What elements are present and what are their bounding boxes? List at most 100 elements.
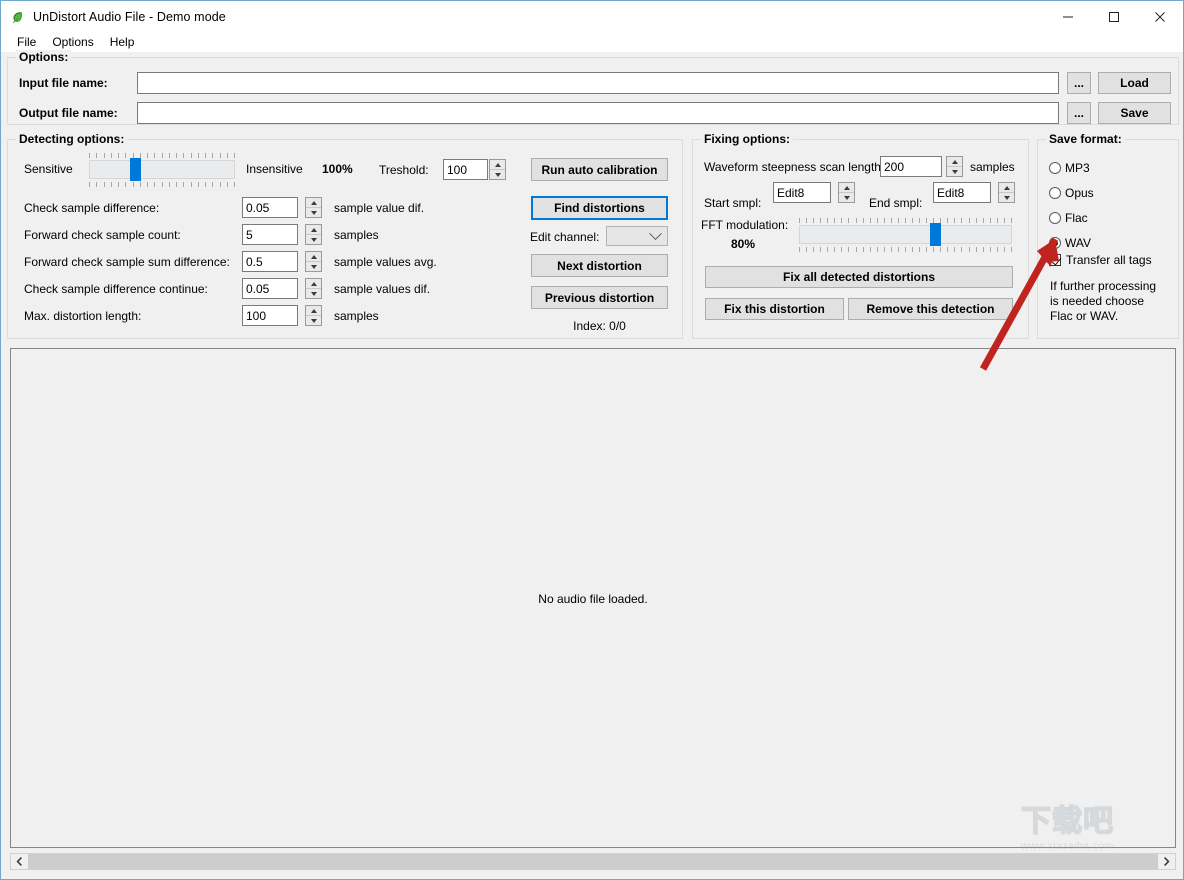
fft-slider-ticks-bottom bbox=[799, 247, 1012, 252]
chevron-down-icon bbox=[310, 291, 317, 296]
run-auto-calibration-button[interactable]: Run auto calibration bbox=[531, 158, 668, 181]
detecting-field-input[interactable] bbox=[242, 197, 298, 218]
chevron-right-icon bbox=[1164, 857, 1170, 866]
detecting-field-label: Check sample difference continue: bbox=[24, 282, 208, 296]
menu-help[interactable]: Help bbox=[102, 34, 143, 50]
detecting-field-spinner-down[interactable] bbox=[306, 262, 321, 271]
fft-slider-thumb[interactable] bbox=[930, 223, 941, 246]
chevron-down-icon bbox=[310, 264, 317, 269]
radio-icon bbox=[1049, 237, 1061, 249]
detecting-field-spinner[interactable] bbox=[305, 305, 322, 326]
scroll-left-button[interactable] bbox=[11, 854, 28, 869]
scrollbar-track[interactable] bbox=[28, 854, 1158, 869]
sensitivity-slider-thumb[interactable] bbox=[130, 158, 141, 181]
detecting-field-input[interactable] bbox=[242, 278, 298, 299]
transfer-all-tags-checkbox[interactable]: Transfer all tags bbox=[1049, 253, 1152, 267]
save-format-option-flac[interactable]: Flac bbox=[1049, 211, 1169, 225]
start-sample-spinner-down[interactable] bbox=[839, 193, 854, 202]
detecting-field-spinner[interactable] bbox=[305, 197, 322, 218]
detecting-field-spinner[interactable] bbox=[305, 224, 322, 245]
find-distortions-button[interactable]: Find distortions bbox=[531, 196, 668, 220]
chevron-down-icon bbox=[310, 318, 317, 323]
end-sample-field[interactable] bbox=[933, 182, 991, 203]
start-sample-field[interactable] bbox=[773, 182, 831, 203]
fix-this-distortion-button[interactable]: Fix this distortion bbox=[705, 298, 844, 320]
sensitivity-slider[interactable] bbox=[89, 153, 235, 187]
scan-length-field[interactable] bbox=[880, 156, 942, 177]
detecting-field-spinner-down[interactable] bbox=[306, 208, 321, 217]
distortion-index-label: Index: 0/0 bbox=[573, 319, 626, 333]
scroll-right-button[interactable] bbox=[1158, 854, 1175, 869]
chevron-down-icon bbox=[310, 237, 317, 242]
detecting-field-spinner[interactable] bbox=[305, 278, 322, 299]
scrollbar-thumb[interactable] bbox=[28, 854, 1158, 869]
waveform-canvas[interactable]: No audio file loaded. bbox=[10, 348, 1176, 848]
menu-options[interactable]: Options bbox=[44, 34, 101, 50]
save-format-legend: Save format: bbox=[1046, 132, 1125, 146]
threshold-field[interactable] bbox=[443, 159, 488, 180]
fft-modulation-slider[interactable] bbox=[799, 218, 1012, 252]
scan-length-spinner-down[interactable] bbox=[947, 167, 962, 176]
end-sample-spinner-down[interactable] bbox=[999, 193, 1014, 202]
next-distortion-button[interactable]: Next distortion bbox=[531, 254, 668, 277]
remove-this-detection-button[interactable]: Remove this detection bbox=[848, 298, 1013, 320]
detecting-field-spinner-up[interactable] bbox=[306, 198, 321, 208]
end-sample-spinner-up[interactable] bbox=[999, 183, 1014, 193]
detecting-field-spinner[interactable] bbox=[305, 251, 322, 272]
sensitivity-slider-groove bbox=[89, 160, 235, 179]
scan-length-spinner[interactable] bbox=[946, 156, 963, 177]
save-button[interactable]: Save bbox=[1098, 102, 1171, 124]
detecting-field-input[interactable] bbox=[242, 251, 298, 272]
threshold-spinner[interactable] bbox=[489, 159, 506, 180]
maximize-button[interactable] bbox=[1091, 1, 1137, 32]
menu-file[interactable]: File bbox=[9, 34, 44, 50]
detecting-field-spinner-up[interactable] bbox=[306, 252, 321, 262]
chevron-up-icon bbox=[310, 254, 317, 259]
detecting-field-label: Forward check sample count: bbox=[24, 228, 181, 242]
start-sample-spinner-up[interactable] bbox=[839, 183, 854, 193]
checkbox-icon bbox=[1049, 254, 1061, 266]
leaf-icon bbox=[10, 9, 26, 25]
save-format-option-opus[interactable]: Opus bbox=[1049, 186, 1169, 200]
horizontal-scrollbar[interactable] bbox=[10, 853, 1176, 870]
previous-distortion-button[interactable]: Previous distortion bbox=[531, 286, 668, 309]
minimize-button[interactable] bbox=[1045, 1, 1091, 32]
close-button[interactable] bbox=[1137, 1, 1183, 32]
detecting-field-label: Forward check sample sum difference: bbox=[24, 255, 230, 269]
detecting-field-spinner-up[interactable] bbox=[306, 225, 321, 235]
threshold-label: Treshold: bbox=[379, 163, 429, 177]
fft-modulation-percent: 80% bbox=[731, 237, 756, 251]
fft-modulation-label: FFT modulation: bbox=[701, 218, 789, 232]
threshold-spinner-down[interactable] bbox=[490, 170, 505, 179]
detecting-field-spinner-up[interactable] bbox=[306, 306, 321, 316]
maximize-icon bbox=[1109, 11, 1119, 22]
detecting-field-input[interactable] bbox=[242, 224, 298, 245]
output-file-field[interactable] bbox=[137, 102, 1059, 124]
detecting-field-spinner-down[interactable] bbox=[306, 316, 321, 325]
radio-icon bbox=[1049, 212, 1061, 224]
chevron-up-icon bbox=[310, 308, 317, 313]
fix-all-distortions-button[interactable]: Fix all detected distortions bbox=[705, 266, 1013, 288]
detecting-field-unit: sample value dif. bbox=[334, 201, 425, 215]
end-sample-spinner[interactable] bbox=[998, 182, 1015, 203]
input-file-field[interactable] bbox=[137, 72, 1059, 94]
save-format-option-wav[interactable]: WAV bbox=[1049, 236, 1169, 250]
save-format-option-mp3[interactable]: MP3 bbox=[1049, 161, 1169, 175]
fixing-options-legend: Fixing options: bbox=[701, 132, 793, 146]
detecting-options-legend: Detecting options: bbox=[16, 132, 128, 146]
edit-channel-combo[interactable] bbox=[606, 226, 668, 246]
input-browse-button[interactable]: ... bbox=[1067, 72, 1091, 94]
detecting-field-input[interactable] bbox=[242, 305, 298, 326]
app-window: UnDistort Audio File - Demo mode File Op… bbox=[0, 0, 1184, 880]
detecting-field-spinner-up[interactable] bbox=[306, 279, 321, 289]
fft-slider-ticks-top bbox=[799, 218, 1012, 223]
start-sample-spinner[interactable] bbox=[838, 182, 855, 203]
output-browse-button[interactable]: ... bbox=[1067, 102, 1091, 124]
chevron-up-icon bbox=[951, 159, 958, 164]
chevron-down-icon bbox=[1003, 195, 1010, 200]
load-button[interactable]: Load bbox=[1098, 72, 1171, 94]
threshold-spinner-up[interactable] bbox=[490, 160, 505, 170]
detecting-field-spinner-down[interactable] bbox=[306, 235, 321, 244]
detecting-field-spinner-down[interactable] bbox=[306, 289, 321, 298]
scan-length-spinner-up[interactable] bbox=[947, 157, 962, 167]
